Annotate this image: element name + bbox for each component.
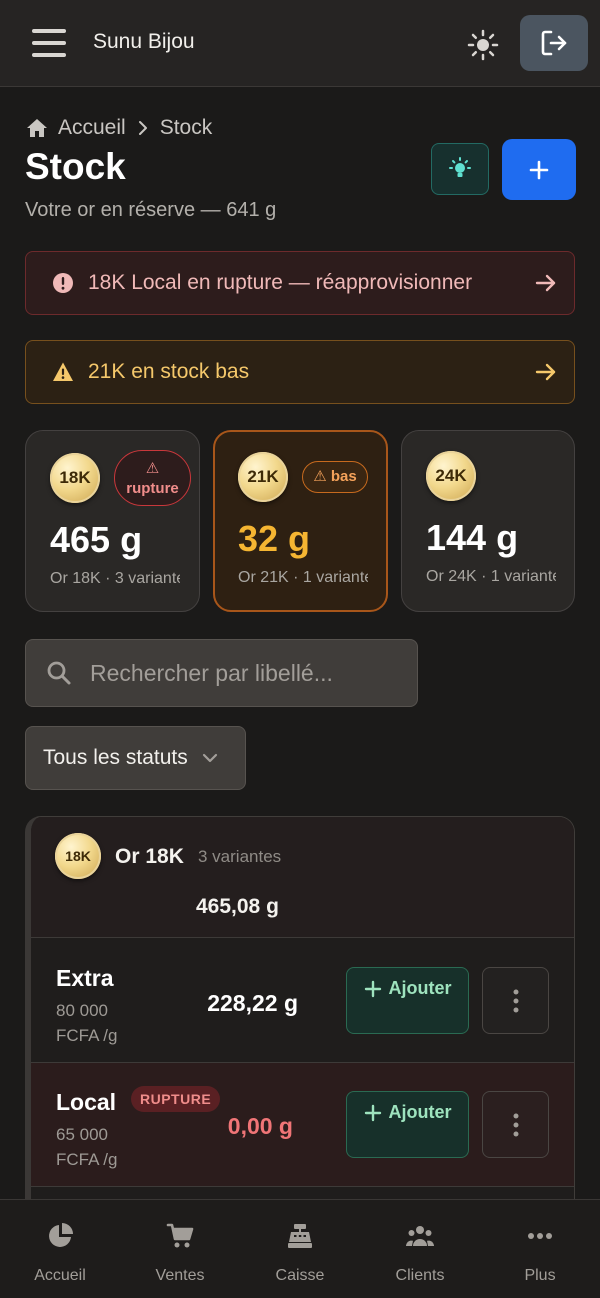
nav-label: Caisse bbox=[275, 1267, 325, 1284]
nav-item-plus[interactable]: Plus bbox=[480, 1200, 600, 1298]
karat-coin: 24K bbox=[426, 451, 476, 501]
app-title: Sunu Bijou bbox=[93, 30, 195, 53]
alert-text: 21K en stock bas bbox=[88, 360, 250, 383]
alert-circle-icon bbox=[53, 273, 73, 293]
cart-icon bbox=[166, 1223, 194, 1248]
summary-card-18k[interactable]: 18K ⚠ rupture 465 g Or 18K · 3 variantes bbox=[25, 430, 200, 612]
group-variant-count: 3 variantes bbox=[198, 847, 282, 866]
menu-button[interactable] bbox=[30, 26, 68, 60]
nav-label: Plus bbox=[524, 1267, 556, 1284]
summary-card-21k[interactable]: 21K ⚠ bas 32 g Or 21K · 1 variante bbox=[213, 430, 388, 612]
plus-icon bbox=[364, 980, 381, 998]
bottom-navigation: Accueil Ventes Caisse Clients Plus bbox=[0, 1199, 600, 1298]
theme-toggle-button[interactable] bbox=[466, 28, 500, 62]
karat-coin: 18K bbox=[55, 833, 101, 879]
nav-item-accueil[interactable]: Accueil bbox=[0, 1200, 120, 1298]
add-quantity-label: Ajouter bbox=[388, 978, 452, 998]
status-badge-rupture: ⚠ rupture bbox=[114, 450, 191, 506]
lightbulb-icon bbox=[449, 157, 471, 177]
search-input[interactable] bbox=[90, 659, 410, 687]
summary-card-24k[interactable]: 24K 144 g Or 24K · 1 variante bbox=[401, 430, 575, 612]
more-vertical-icon bbox=[513, 1113, 518, 1136]
more-horizontal-icon bbox=[528, 1233, 552, 1239]
add-stock-button[interactable] bbox=[502, 139, 576, 200]
card-subtitle: Or 18K · 3 variantes bbox=[50, 570, 180, 587]
alert-out-of-stock[interactable]: 18K Local en rupture — réapprovisionner bbox=[25, 251, 575, 315]
status-badge-label: bas bbox=[330, 468, 357, 485]
logout-button[interactable] bbox=[520, 15, 588, 71]
nav-label: Clients bbox=[395, 1267, 445, 1284]
users-icon bbox=[406, 1226, 434, 1246]
table-row: Extra 80 000 FCFA /g 228,22 g Ajouter bbox=[31, 939, 574, 1063]
table-row: Local RUPTURE 65 000 FCFA /g 0,00 g Ajou… bbox=[31, 1063, 574, 1187]
plus-icon bbox=[529, 160, 549, 179]
top-bar: Sunu Bijou bbox=[0, 0, 600, 87]
card-subtitle: Or 21K · 1 variante bbox=[238, 569, 368, 586]
nav-label: Accueil bbox=[34, 1267, 86, 1284]
stock-group-18k: 18K Or 18K 3 variantes 465,08 g Extra 80… bbox=[25, 816, 575, 1236]
variant-weight: 228,22 g bbox=[207, 990, 298, 1016]
breadcrumb: Accueil Stock bbox=[26, 114, 212, 142]
card-weight: 32 g bbox=[238, 518, 311, 559]
nav-item-clients[interactable]: Clients bbox=[360, 1200, 480, 1298]
search-box[interactable] bbox=[25, 639, 418, 707]
status-badge-label: rupture bbox=[126, 480, 179, 497]
breadcrumb-current: Stock bbox=[159, 116, 213, 139]
nav-item-caisse[interactable]: Caisse bbox=[240, 1200, 360, 1298]
karat-coin: 21K bbox=[238, 452, 288, 502]
cash-register-icon bbox=[288, 1224, 312, 1248]
more-vertical-icon bbox=[513, 989, 518, 1012]
warning-icon: ⚠ bbox=[313, 468, 327, 485]
status-badge: RUPTURE bbox=[131, 1086, 221, 1112]
status-filter-select[interactable]: Tous les statuts bbox=[25, 726, 246, 790]
sun-icon bbox=[467, 29, 499, 61]
group-header[interactable]: 18K Or 18K 3 variantes 465,08 g bbox=[31, 817, 574, 938]
add-quantity-button[interactable]: Ajouter bbox=[346, 1091, 469, 1158]
chevron-right-icon bbox=[138, 121, 147, 135]
breadcrumb-home-link[interactable]: Accueil bbox=[58, 116, 126, 140]
card-subtitle: Or 24K · 1 variante bbox=[426, 568, 556, 585]
hamburger-icon bbox=[32, 29, 66, 57]
home-icon[interactable] bbox=[26, 117, 48, 139]
karat-coin: 18K bbox=[50, 453, 100, 503]
warning-icon: ⚠ bbox=[145, 460, 160, 477]
group-total-weight: 465,08 g bbox=[196, 895, 279, 918]
row-more-button[interactable] bbox=[482, 967, 549, 1034]
search-icon bbox=[47, 661, 71, 685]
variant-weight: 0,00 g bbox=[227, 1113, 293, 1139]
add-quantity-label: Ajouter bbox=[388, 1102, 452, 1122]
variant-price: 80 000 FCFA /g bbox=[56, 1001, 118, 1045]
alert-text: 18K Local en rupture — réapprovisionner bbox=[88, 271, 473, 294]
nav-label: Ventes bbox=[155, 1267, 205, 1284]
variant-name: Extra bbox=[56, 965, 114, 991]
page-subtitle: Votre or en réserve — 641 g bbox=[25, 199, 277, 221]
add-quantity-button[interactable]: Ajouter bbox=[346, 967, 469, 1034]
logout-icon bbox=[541, 30, 567, 56]
arrow-right-icon bbox=[535, 363, 556, 381]
status-filter-value: Tous les statuts bbox=[43, 746, 188, 769]
variant-price: 65 000 FCFA /g bbox=[56, 1125, 118, 1169]
card-weight: 144 g bbox=[426, 517, 519, 558]
variant-name: Local bbox=[56, 1089, 117, 1115]
insights-button[interactable] bbox=[431, 143, 489, 195]
row-more-button[interactable] bbox=[482, 1091, 549, 1158]
plus-icon bbox=[364, 1104, 381, 1122]
page-title: Stock bbox=[25, 146, 126, 187]
warning-triangle-icon bbox=[53, 362, 73, 381]
group-name: Or 18K bbox=[115, 845, 184, 868]
status-badge-low: ⚠ bas bbox=[302, 461, 368, 493]
pie-chart-icon bbox=[49, 1223, 73, 1247]
chevron-down-icon bbox=[202, 753, 217, 763]
arrow-right-icon bbox=[535, 274, 556, 292]
card-weight: 465 g bbox=[50, 519, 143, 560]
nav-item-ventes[interactable]: Ventes bbox=[120, 1200, 240, 1298]
alert-low-stock[interactable]: 21K en stock bas bbox=[25, 340, 575, 404]
